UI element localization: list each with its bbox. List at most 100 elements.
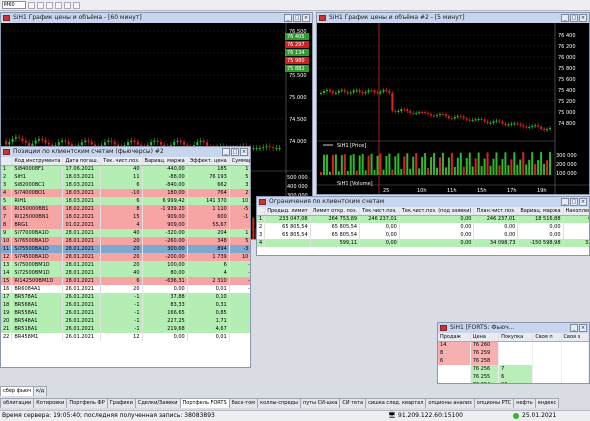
cell-code: BR568A1 bbox=[11, 301, 64, 309]
candle-body bbox=[525, 126, 528, 128]
workspace-tab[interactable]: СИ тета bbox=[339, 398, 367, 408]
column-header[interactable]: Продаж bbox=[438, 333, 471, 342]
table-row[interactable]: 18BR568A126.01.2021-183,330,31159,01 bbox=[1, 301, 250, 309]
workspace-tab[interactable]: облигации bbox=[0, 398, 35, 408]
orderbook-row[interactable]: 76 255 6 bbox=[438, 373, 589, 381]
table-row[interactable]: 6 RI150000BB1 18.02.2021 8 -1 939,20 1 110 -5 … bbox=[1, 205, 250, 213]
column-header[interactable]: Своя п bbox=[532, 333, 562, 342]
toolbar-button[interactable] bbox=[28, 1, 35, 9]
workspace-tab[interactable]: басх-том bbox=[228, 398, 259, 408]
column-header[interactable]: Своя з bbox=[561, 333, 589, 342]
maximize-icon[interactable]: □ bbox=[231, 148, 239, 156]
interval-select[interactable]: M60 bbox=[2, 1, 26, 9]
column-header[interactable]: Тек. чист.поз. bbox=[100, 157, 143, 166]
toolbar-button[interactable] bbox=[46, 1, 53, 9]
cell-sum: -260,00 bbox=[229, 261, 250, 269]
column-header[interactable]: Код инструмента bbox=[11, 157, 64, 166]
table-row[interactable]: 15RI142500BM1D28.01.20216-636,312 310-16… bbox=[1, 277, 250, 285]
table-row[interactable]: 19BR558A126.01.2021-1166,650,85181,72 bbox=[1, 309, 250, 317]
workspace-tab[interactable]: яндекс bbox=[534, 398, 560, 408]
table-row[interactable]: 11Si75500BA1D28.01.202120300,00894-3 680… bbox=[1, 245, 250, 253]
column-header[interactable]: Накоплен. доход bbox=[563, 207, 589, 216]
table-row[interactable]: 365 805,5465 805,540,000,000,000,000,000… bbox=[257, 231, 589, 239]
toolbar-button[interactable] bbox=[64, 1, 71, 9]
column-header[interactable]: Вариац. маржа bbox=[517, 207, 564, 216]
table-row[interactable]: 13Si75000BM1D28.01.202120100,006-260,00 bbox=[1, 261, 250, 269]
column-header[interactable]: План.чист.поз. bbox=[473, 207, 519, 216]
workspace-tab[interactable]: опционы анализ bbox=[425, 398, 475, 408]
column-header[interactable]: Суммарная в. bbox=[229, 157, 250, 166]
table-row[interactable]: 2SiH118.03.202111-88,0076 1935 585,00 bbox=[1, 173, 250, 181]
column-header[interactable] bbox=[1, 157, 13, 166]
table-row[interactable]: 14Si72500BM1D28.01.20214080,004-240,00 bbox=[1, 269, 250, 277]
table-row[interactable]: 20BR548A126.01.2021-1227,251,71113,58 bbox=[1, 317, 250, 325]
table-row[interactable]: 4Si74000BO118.03.2021-10180,007642 260,0… bbox=[1, 189, 250, 197]
toolbar-button[interactable] bbox=[37, 1, 44, 9]
column-header[interactable]: Дата погаш. bbox=[62, 157, 102, 166]
table-row[interactable]: 12 Si74500BA1D 28.01.2021 20 -200,00 1 739 10 … bbox=[1, 253, 250, 261]
table-row[interactable]: 265 805,5465 805,540,000,000,000,000,001… bbox=[257, 223, 589, 231]
minimize-icon[interactable]: _ bbox=[284, 14, 292, 22]
orderbook-row[interactable]: 76 256 7 bbox=[438, 365, 589, 373]
subtab[interactable]: к/д bbox=[33, 386, 48, 396]
column-header[interactable]: Лимит откр. поз. bbox=[310, 207, 361, 216]
cell-buy: 20 bbox=[498, 381, 534, 383]
workspace-tab[interactable]: сишка след. квартал bbox=[365, 398, 427, 408]
table-row[interactable]: 7RI125000BN118.02.202115909,00600-1 211,… bbox=[1, 213, 250, 221]
orderbook-row[interactable]: 14 76 260 bbox=[438, 341, 589, 349]
column-header[interactable] bbox=[257, 207, 266, 216]
column-header[interactable]: Цена bbox=[470, 333, 500, 342]
chart2-canvas[interactable]: 76 400 76 200 76 000 75 800 75 600 75 400 75 2… bbox=[317, 23, 589, 194]
toolbar-button[interactable] bbox=[55, 1, 62, 9]
close-icon[interactable]: × bbox=[240, 148, 248, 156]
workspace-tab[interactable]: Сделки/Заявки bbox=[134, 398, 181, 408]
workspace-tab[interactable]: Графики bbox=[106, 398, 136, 408]
orderbook-row[interactable]: 76 25420 bbox=[438, 381, 589, 383]
table-row[interactable]: 9Si77000BA1D28.01.202140-320,002041 860,… bbox=[1, 229, 250, 237]
column-header[interactable]: Предыд. лимит bbox=[264, 207, 311, 216]
candle-body bbox=[492, 121, 495, 123]
workspace-tab[interactable]: опционы РТС bbox=[473, 398, 515, 408]
maximize-icon[interactable]: □ bbox=[293, 14, 301, 22]
table-row[interactable]: 1 233 047,08 264 753,89 246 237,01 0,00 246 2… bbox=[257, 215, 589, 223]
table-row[interactable]: 21BR518A126.01.2021-1219,684,67-7,57 bbox=[1, 325, 250, 333]
close-icon[interactable]: × bbox=[579, 324, 587, 332]
workspace-tab[interactable]: нефть bbox=[513, 398, 536, 408]
cell-pos: -10 bbox=[100, 189, 143, 197]
maximize-icon[interactable]: □ bbox=[570, 14, 578, 22]
toolbar-button[interactable] bbox=[73, 1, 80, 9]
subtab[interactable]: сбер фьюч bbox=[0, 386, 35, 396]
minimize-icon[interactable]: _ bbox=[570, 324, 578, 332]
table-row[interactable]: 16BR6084A126.01.2021200,000,01-151,40 bbox=[1, 285, 250, 293]
workspace-tab[interactable]: Портфель ФР bbox=[66, 398, 108, 408]
column-header[interactable]: Тек.чист.поз. (под заявки) bbox=[399, 207, 475, 216]
orderbook-row[interactable]: 8 76 259 bbox=[438, 349, 589, 357]
close-icon[interactable]: × bbox=[579, 198, 587, 206]
column-header[interactable]: Тек.чист.поз. bbox=[359, 207, 400, 216]
volume-bar bbox=[465, 158, 468, 175]
close-icon[interactable]: × bbox=[302, 14, 310, 22]
minimize-icon[interactable]: _ bbox=[561, 198, 569, 206]
maximize-icon[interactable]: □ bbox=[570, 198, 578, 206]
table-row[interactable]: 17BR578A126.01.2021-137,880,1083,28 bbox=[1, 293, 250, 301]
column-header[interactable]: Эффект. цена bbox=[187, 157, 230, 166]
minimize-icon[interactable]: _ bbox=[222, 148, 230, 156]
table-row[interactable]: 5RIH118.03.202166 999,42141 37010 297,48 bbox=[1, 197, 250, 205]
table-row[interactable]: 4599,110,000,0034 098,73-150 598,9831 90… bbox=[257, 239, 589, 247]
table-row[interactable]: 8BRG101.02.20214909,0055,67-60,57 bbox=[1, 221, 250, 229]
candle-body bbox=[513, 123, 516, 125]
orderbook-row[interactable]: 6 76 258 bbox=[438, 357, 589, 365]
workspace-tab[interactable]: Котировки bbox=[33, 398, 68, 408]
column-header[interactable]: Покупка bbox=[498, 333, 534, 342]
workspace-tab[interactable]: путы СИ-шка bbox=[299, 398, 341, 408]
table-row[interactable]: 1Si840008F117.06.202140440,001851 160,00 bbox=[1, 165, 250, 173]
table-row[interactable]: 22BR458M126.01.2021120,000,01-90,84 bbox=[1, 333, 250, 341]
volume-tick-label: 100 000 bbox=[556, 171, 577, 177]
workspace-tab[interactable]: Портфель FORTS bbox=[179, 398, 230, 408]
close-icon[interactable]: × bbox=[579, 14, 587, 22]
workspace-tab[interactable]: коллы-спреды bbox=[257, 398, 301, 408]
column-header[interactable]: Вариац. маржа bbox=[142, 157, 188, 166]
table-row[interactable]: 10Si76500BA1D28.01.202120-260,003485 965… bbox=[1, 237, 250, 245]
minimize-icon[interactable]: _ bbox=[561, 14, 569, 22]
table-row[interactable]: 3Si82000BC118.03.20216-840,006623 600,00 bbox=[1, 181, 250, 189]
